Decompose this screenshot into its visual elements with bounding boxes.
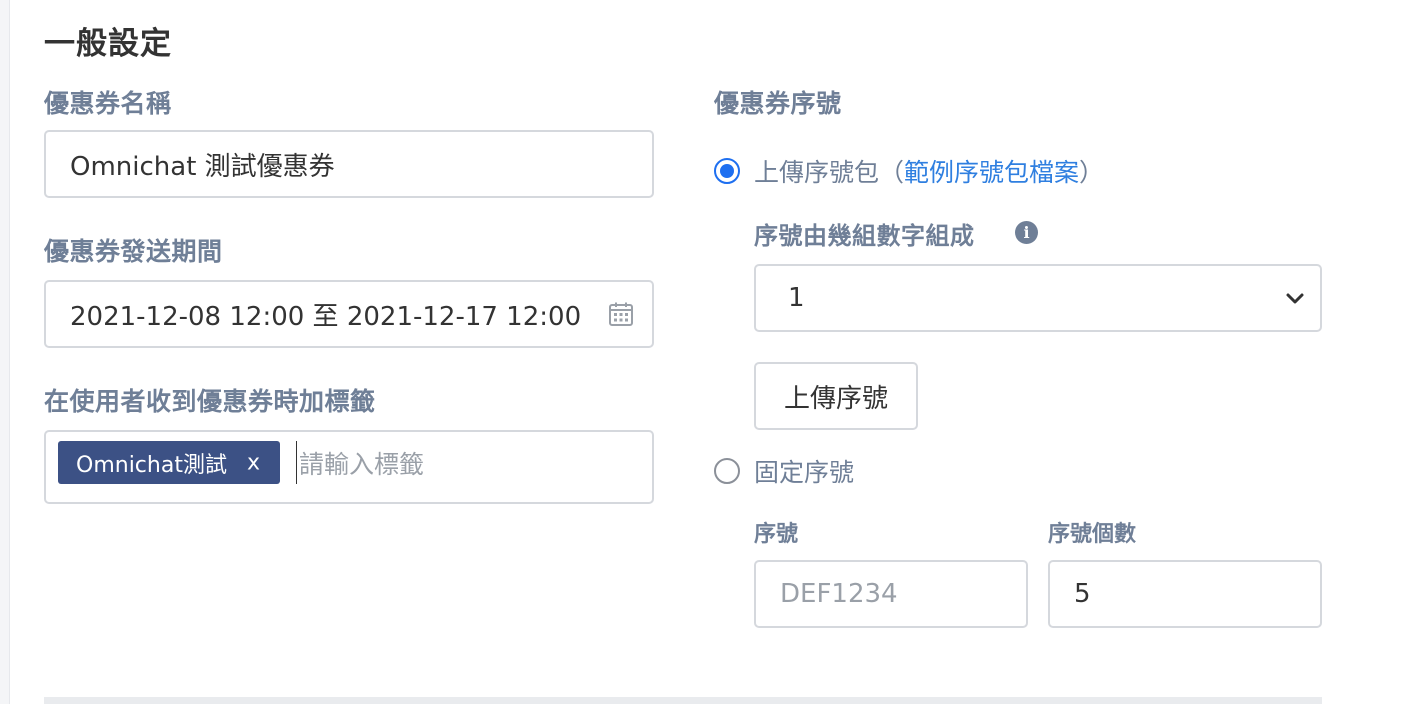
fixed-count-input[interactable]: 5	[1048, 560, 1322, 628]
tags-label: 在使用者收到優惠券時加標籤	[44, 387, 376, 416]
fixed-count-value: 5	[1074, 579, 1091, 609]
serial-groups-select-value: 1	[788, 283, 805, 313]
upload-serial-radio[interactable]	[714, 158, 740, 184]
serial-groups-label: 序號由幾組數字組成	[754, 222, 975, 250]
serial-groups-select[interactable]: 1	[754, 264, 1322, 332]
tags-input-box[interactable]: Omnichat測試 x 請輸入標籤	[44, 430, 654, 504]
send-period-value: 2021-12-08 12:00 至 2021-12-17 12:00	[70, 301, 582, 332]
serial-label: 優惠券序號	[714, 89, 842, 118]
fixed-serial-placeholder: DEF1234	[780, 579, 898, 609]
upload-serial-button[interactable]: 上傳序號	[754, 362, 918, 430]
coupon-name-value: Omnichat 測試優惠券	[70, 151, 335, 182]
fixed-serial-option-label[interactable]: 固定序號	[754, 453, 854, 489]
tag-remove-button[interactable]: x	[247, 450, 260, 475]
section-divider	[44, 697, 1322, 704]
tag-text-input[interactable]: 請輸入標籤	[296, 441, 424, 484]
fixed-serial-input[interactable]: DEF1234	[754, 560, 1028, 628]
left-rail	[0, 0, 10, 704]
upload-serial-option[interactable]: 上傳序號包（範例序號包檔案）	[754, 153, 1104, 189]
send-period-input[interactable]: 2021-12-08 12:00 至 2021-12-17 12:00	[44, 280, 654, 348]
fixed-serial-radio[interactable]	[714, 458, 740, 484]
coupon-name-label: 優惠券名稱	[44, 89, 172, 118]
upload-serial-option-suffix: ）	[1079, 158, 1105, 187]
calendar-icon[interactable]	[608, 301, 634, 327]
fixed-serial-label: 序號	[754, 522, 799, 547]
send-period-label: 優惠券發送期間	[44, 237, 223, 266]
sample-file-link[interactable]: 範例序號包檔案	[904, 158, 1079, 187]
info-icon[interactable]: i	[1015, 221, 1038, 244]
section-title: 一般設定	[44, 26, 172, 62]
tag-chip: Omnichat測試 x	[58, 441, 280, 484]
fixed-count-label: 序號個數	[1048, 522, 1137, 547]
upload-serial-option-label: 上傳序號包（	[754, 158, 905, 187]
coupon-name-input[interactable]: Omnichat 測試優惠券	[44, 130, 654, 198]
tag-chip-label: Omnichat測試	[76, 452, 227, 478]
chevron-down-icon	[1286, 293, 1304, 304]
